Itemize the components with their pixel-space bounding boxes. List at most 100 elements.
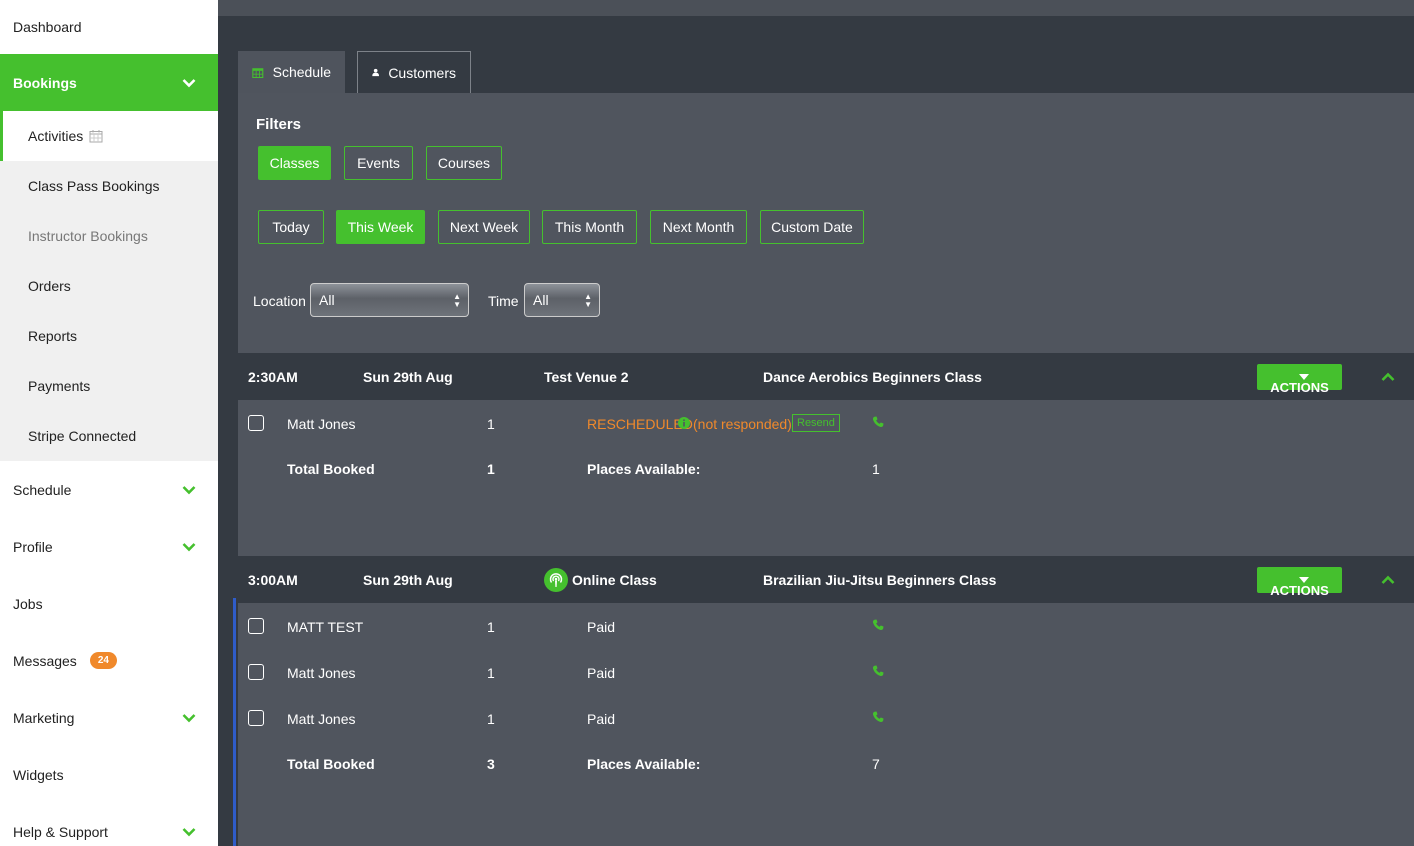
actions-button[interactable]: ACTIONS [1257,364,1342,395]
sidebar-item-instructor-bookings[interactable]: Instructor Bookings [0,211,218,261]
select-arrows-icon: ▲ ▼ [584,292,592,309]
location-select[interactable]: All ▲ ▼ [310,283,469,317]
filter-custom-date-button[interactable]: Custom Date [760,210,864,244]
booking-status: Paid [587,665,616,681]
actions-button[interactable]: ACTIONS [1257,567,1342,598]
filter-next-month-button[interactable]: Next Month [650,210,747,244]
class-date: Sun 29th Aug [363,572,453,588]
filter-next-week-button[interactable]: Next Week [438,210,530,244]
tab-customers[interactable]: Customers [357,51,471,93]
sidebar-item-payments[interactable]: Payments [0,361,218,411]
nav-help-support[interactable]: Help & Support [0,803,218,846]
schedule-panel: Filters Classes Events Courses Today Thi… [238,93,1414,846]
nav-help-label: Help & Support [13,823,108,840]
location-label: Location [253,293,306,309]
filter-courses-button[interactable]: Courses [426,146,502,180]
messages-count-badge: 24 [89,652,117,669]
total-booked-label: Total Booked [287,461,375,477]
places-available-value: 7 [872,756,880,772]
class-date: Sun 29th Aug [363,369,453,385]
filter-this-month-button[interactable]: This Month [542,210,637,244]
phone-icon[interactable] [872,665,884,677]
customer-name: Matt Jones [287,665,356,681]
booking-quantity: 1 [487,619,495,635]
filter-events-button[interactable]: Events [344,146,413,180]
time-select-value: All [533,292,549,308]
time-label: Time [488,293,519,309]
tab-schedule[interactable]: Schedule [238,51,345,93]
booking-checkbox[interactable] [248,664,264,680]
total-booked-label: Total Booked [287,756,375,772]
places-available-label: Places Available: [587,756,701,772]
booking-status-note: (not responded) [693,416,792,432]
phone-icon[interactable] [872,711,884,723]
time-select[interactable]: All ▲ ▼ [524,283,600,317]
chevron-down-icon [182,485,196,494]
nav-widgets-label: Widgets [13,766,64,783]
nav-schedule[interactable]: Schedule [0,461,218,518]
nav-marketing[interactable]: Marketing [0,689,218,746]
top-header-strip [218,0,1414,16]
nav-profile[interactable]: Profile [0,518,218,575]
nav-schedule-label: Schedule [13,481,72,498]
sidebar-item-reports[interactable]: Reports [0,311,218,361]
booking-quantity: 1 [487,711,495,727]
nav-bookings[interactable]: Bookings [0,54,218,111]
booking-status: Paid [587,711,616,727]
filters-heading: Filters [256,116,302,133]
nav-widgets[interactable]: Widgets [0,746,218,803]
phone-icon[interactable] [872,416,884,428]
sidebar-item-orders-label: Orders [28,278,71,294]
nav-dashboard[interactable]: Dashboard [0,0,218,54]
class-venue: Test Venue 2 [544,369,629,385]
sidebar: Dashboard Bookings Activities Class Pass… [0,0,218,846]
class-name: Brazilian Jiu-Jitsu Beginners Class [763,572,997,588]
sidebar-item-activities[interactable]: Activities [0,111,218,161]
calendar-icon [252,67,264,78]
filter-classes-button[interactable]: Classes [258,146,331,180]
info-icon[interactable] [678,417,690,429]
filter-this-week-button[interactable]: This Week [336,210,425,244]
nav-dashboard-label: Dashboard [13,19,82,35]
customer-name: Matt Jones [287,711,356,727]
nav-bookings-label: Bookings [13,74,77,91]
actions-button-label: ACTIONS [1270,380,1329,395]
location-select-value: All [319,292,335,308]
phone-icon[interactable] [872,619,884,631]
sidebar-item-reports-label: Reports [28,328,78,344]
booking-checkbox[interactable] [248,618,264,634]
class-name: Dance Aerobics Beginners Class [763,369,982,385]
places-available-value: 1 [872,461,880,477]
class-header: 2:30AM Sun 29th Aug Test Venue 2 Dance A… [238,353,1414,400]
online-broadcast-icon [544,568,568,592]
select-arrows-icon: ▲ ▼ [453,292,461,309]
nav-jobs[interactable]: Jobs [0,575,218,632]
class-venue: Online Class [572,572,657,588]
class-header: 3:00AM Sun 29th Aug Online Class Brazili… [238,556,1414,603]
class-time: 2:30AM [248,369,298,385]
filter-today-button[interactable]: Today [258,210,324,244]
nav-messages[interactable]: Messages 24 [0,632,218,689]
booking-checkbox[interactable] [248,710,264,726]
selected-section-indicator [233,598,236,846]
booking-quantity: 1 [487,416,495,432]
sidebar-item-instructor-label: Instructor Bookings [28,228,148,244]
chevron-down-icon [182,542,196,551]
sidebar-item-activities-label: Activities [28,128,84,144]
nav-jobs-label: Jobs [13,595,43,612]
tab-schedule-label: Schedule [272,64,331,80]
resend-button[interactable]: Resend [792,414,840,432]
sidebar-item-orders[interactable]: Orders [0,261,218,311]
chevron-up-icon[interactable] [1381,372,1395,382]
booking-checkbox[interactable] [248,415,264,431]
total-booked-value: 3 [487,756,495,772]
nav-marketing-label: Marketing [13,709,75,726]
chevron-up-icon[interactable] [1381,575,1395,585]
sidebar-item-stripe-connected[interactable]: Stripe Connected [0,411,218,461]
bookings-subnav: Activities Class Pass Bookings Instructo… [0,111,218,461]
sidebar-item-class-pass-bookings[interactable]: Class Pass Bookings [0,161,218,211]
main-content: Schedule Customers Filters Classes Event… [218,0,1414,846]
customer-name: MATT TEST [287,619,364,635]
booking-quantity: 1 [487,665,495,681]
nav-profile-label: Profile [13,538,53,555]
